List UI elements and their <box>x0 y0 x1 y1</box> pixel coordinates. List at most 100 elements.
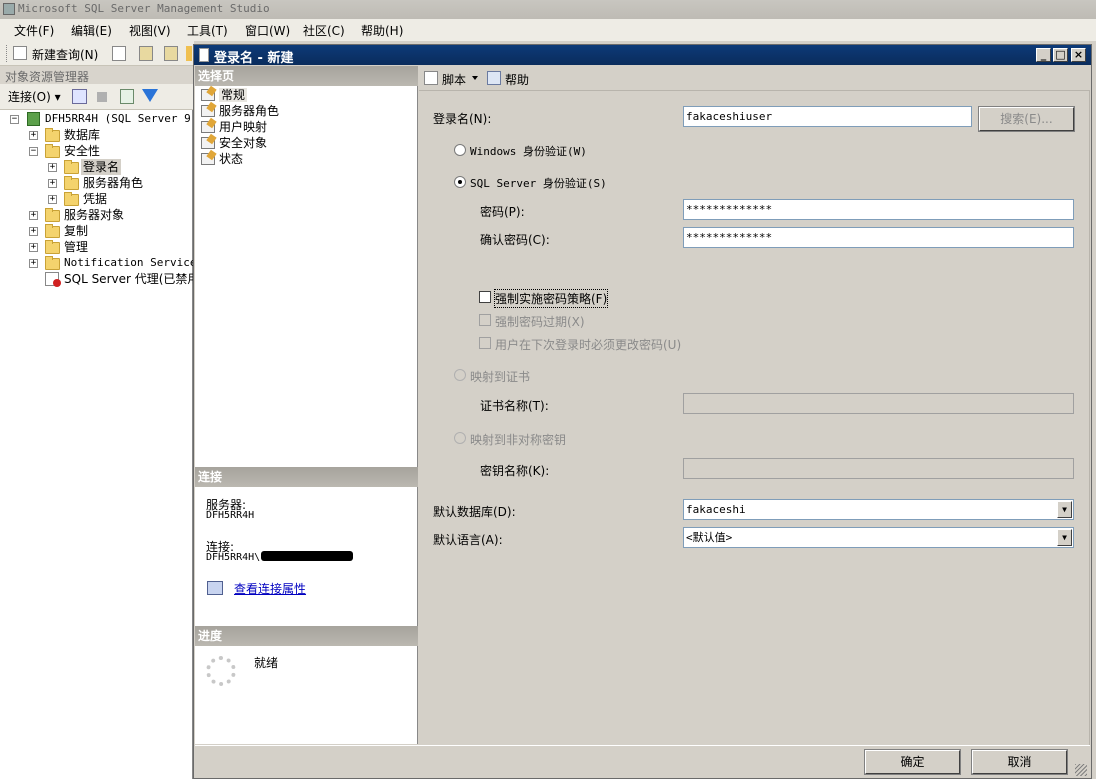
tree-management-node[interactable]: + 管理 <box>0 239 193 255</box>
app-icon <box>3 3 15 15</box>
more-icon[interactable] <box>186 46 192 61</box>
tree-server-node[interactable]: − DFH5RR4H (SQL Server 9.0 <box>0 111 204 127</box>
dialog-title-bar: 登录名 - 新建 _ □ × <box>194 45 1091 66</box>
sql-auth-label: SQL Server 身份验证(S) <box>470 177 607 190</box>
expand-icon[interactable]: + <box>29 227 38 236</box>
sql-auth-radio[interactable] <box>454 176 466 188</box>
refresh-icon[interactable] <box>120 89 134 104</box>
agent-label: SQL Server 代理(已禁用 <box>64 272 193 286</box>
view-connection-properties-link[interactable]: 查看连接属性 <box>234 580 306 597</box>
default-language-value: <默认值> <box>686 531 733 544</box>
tree-server-objects-node[interactable]: + 服务器对象 <box>0 207 193 223</box>
maximize-button[interactable]: □ <box>1053 48 1068 62</box>
enforce-expiration-label: 强制密码过期(X) <box>495 315 585 329</box>
menu-file[interactable]: 文件(F) <box>14 22 54 39</box>
server-label: DFH5RR4H (SQL Server 9.0 <box>45 112 204 125</box>
certificate-name-input[interactable] <box>683 393 1074 414</box>
login-name-input[interactable]: fakaceshiuser <box>683 106 972 127</box>
toolbar-grip <box>6 45 9 62</box>
tree-replication-node[interactable]: + 复制 <box>0 223 193 239</box>
new-query-button[interactable]: 新建查询(N) <box>32 46 98 63</box>
enforce-expiration-checkbox[interactable] <box>479 314 491 326</box>
tree-databases-node[interactable]: + 数据库 <box>0 127 193 143</box>
cancel-button[interactable]: 取消 <box>971 749 1068 775</box>
collapse-icon[interactable]: − <box>29 147 38 156</box>
menu-tools[interactable]: 工具(T) <box>187 22 228 39</box>
minimize-button[interactable]: _ <box>1036 48 1051 62</box>
ok-button[interactable]: 确定 <box>864 749 961 775</box>
connection-value: DFH5RR4H\ <box>206 552 261 563</box>
expand-icon[interactable]: + <box>29 259 38 268</box>
default-database-label: 默认数据库(D): <box>433 505 516 519</box>
expand-icon[interactable]: + <box>29 131 38 140</box>
script-dropdown-icon[interactable] <box>472 76 478 80</box>
login-name-label: 登录名(N): <box>433 112 492 126</box>
resize-grip-icon[interactable] <box>1075 764 1087 776</box>
analysis-query-icon[interactable] <box>164 46 178 61</box>
menu-edit[interactable]: 编辑(E) <box>71 22 112 39</box>
key-name-input[interactable] <box>683 458 1074 479</box>
password-input[interactable]: ************* <box>683 199 1074 220</box>
page-user-mapping[interactable]: 用户映射 <box>201 119 267 135</box>
expand-icon[interactable]: + <box>29 243 38 252</box>
expand-icon[interactable]: + <box>48 163 57 172</box>
tree-credentials-node[interactable]: + 凭据 <box>0 191 193 207</box>
tree-server-roles-node[interactable]: + 服务器角色 <box>0 175 193 191</box>
db-engine-query-icon[interactable] <box>139 46 153 61</box>
connect-dropdown[interactable]: 连接(O) ▾ <box>8 88 61 105</box>
enforce-policy-checkbox[interactable] <box>479 291 491 303</box>
menu-community[interactable]: 社区(C) <box>303 22 345 39</box>
search-button[interactable]: 搜索(E)... <box>978 106 1075 132</box>
disconnect-icon[interactable] <box>72 89 87 104</box>
open-file-icon[interactable] <box>112 46 126 61</box>
dialog-title: 登录名 - 新建 <box>214 51 294 66</box>
confirm-password-input[interactable]: ************* <box>683 227 1074 248</box>
page-status[interactable]: 状态 <box>201 151 243 167</box>
menu-window[interactable]: 窗口(W) <box>245 22 290 39</box>
default-database-select[interactable]: fakaceshi ▼ <box>683 499 1074 520</box>
chevron-down-icon[interactable]: ▼ <box>1057 529 1072 546</box>
stop-icon[interactable] <box>97 92 107 102</box>
chevron-down-icon[interactable]: ▼ <box>1057 501 1072 518</box>
menu-help[interactable]: 帮助(H) <box>361 22 403 39</box>
page-icon <box>201 121 215 133</box>
folder-icon <box>64 176 79 190</box>
tree-notification-node[interactable]: + Notification Services <box>0 255 193 271</box>
select-page-header: 选择页 <box>195 66 418 86</box>
menu-bar: 文件(F) 编辑(E) 视图(V) 工具(T) 窗口(W) 社区(C) 帮助(H… <box>0 19 1096 41</box>
windows-auth-label: Windows 身份验证(W) <box>470 145 587 158</box>
disabled-badge-icon <box>53 279 61 287</box>
page-general[interactable]: 常规 <box>201 87 248 103</box>
expand-icon[interactable]: + <box>48 195 57 204</box>
expand-icon[interactable]: + <box>48 179 57 188</box>
select-page-panel: 选择页 常规 服务器角色 用户映射 安全对象 状态 连接 服务器: DFH5RR… <box>195 66 418 744</box>
object-explorer-title-bar: 对象资源管理器 <box>0 66 193 84</box>
expand-icon[interactable]: + <box>29 211 38 220</box>
tree-agent-node[interactable]: SQL Server 代理(已禁用 <box>0 271 193 287</box>
tree-logins-node[interactable]: + 登录名 <box>0 159 193 175</box>
script-button[interactable]: 脚本 <box>442 71 466 88</box>
help-button[interactable]: 帮助 <box>505 71 529 88</box>
windows-auth-radio[interactable] <box>454 144 466 156</box>
close-button[interactable]: × <box>1071 48 1086 62</box>
filter-icon[interactable] <box>142 89 158 102</box>
key-name-label: 密钥名称(K): <box>480 464 550 478</box>
dialog-icon <box>199 48 209 62</box>
databases-label: 数据库 <box>64 128 101 142</box>
default-language-select[interactable]: <默认值> ▼ <box>683 527 1074 548</box>
dialog-button-bar: 确定 取消 <box>195 745 1090 778</box>
must-change-checkbox[interactable] <box>479 337 491 349</box>
script-icon <box>424 71 438 85</box>
map-asymmetric-key-label: 映射到非对称密钥 <box>470 433 567 447</box>
page-securables[interactable]: 安全对象 <box>201 135 267 151</box>
server-roles-label: 服务器角色 <box>83 176 144 190</box>
menu-view[interactable]: 视图(V) <box>129 22 171 39</box>
default-language-label: 默认语言(A): <box>433 533 503 547</box>
main-toolbar: 新建查询(N) <box>0 41 194 66</box>
map-asymmetric-key-radio[interactable] <box>454 432 466 444</box>
page-icon <box>201 153 215 165</box>
page-server-roles[interactable]: 服务器角色 <box>201 103 279 119</box>
tree-security-node[interactable]: − 安全性 <box>0 143 193 159</box>
collapse-icon[interactable]: − <box>10 115 19 124</box>
map-certificate-radio[interactable] <box>454 369 466 381</box>
